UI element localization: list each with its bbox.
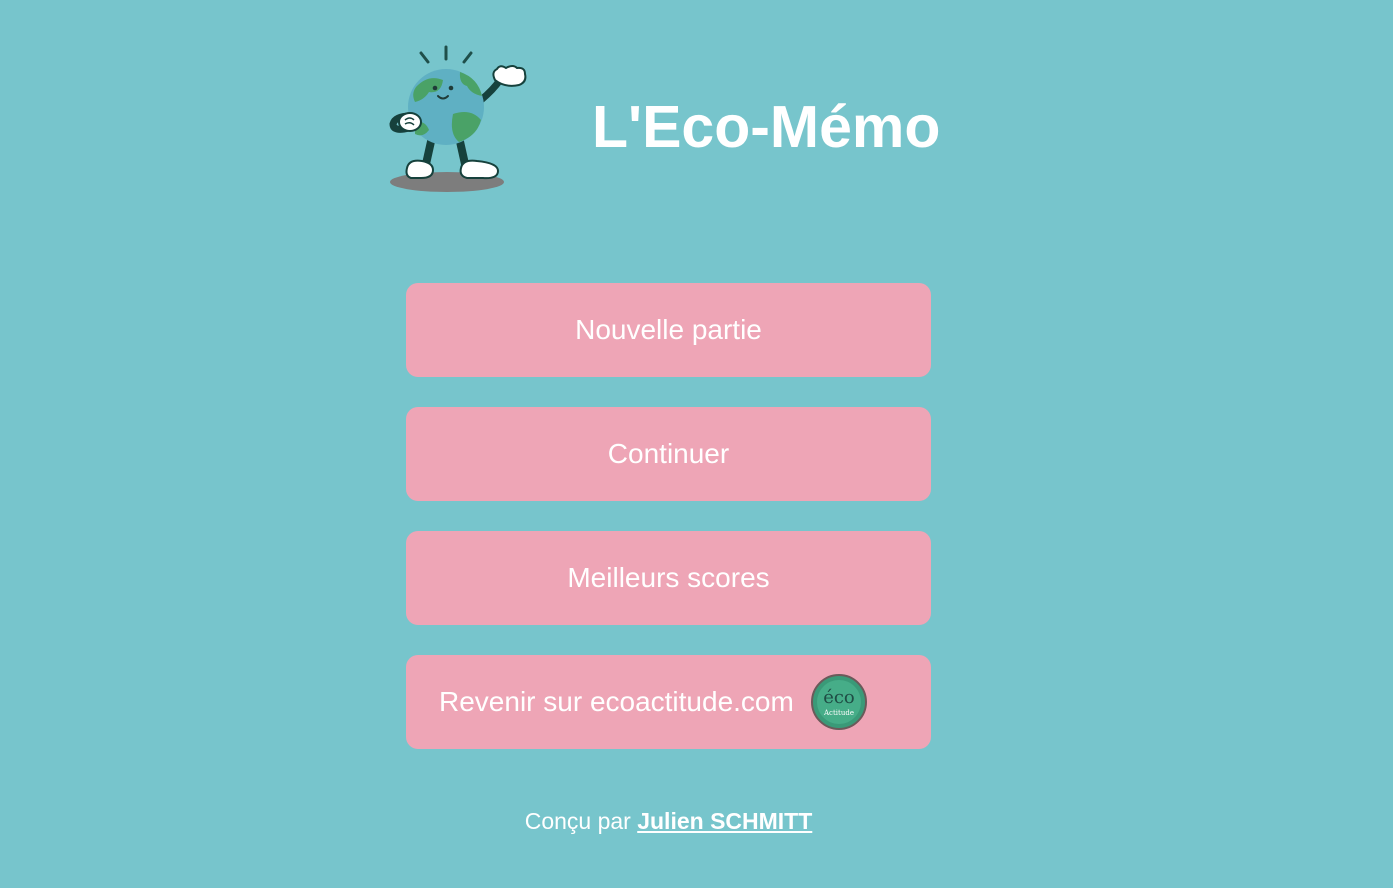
- new-game-button[interactable]: Nouvelle partie: [406, 283, 931, 377]
- svg-text:Actitude: Actitude: [823, 709, 854, 717]
- main-menu-screen: L'Eco-Mémo Nouvelle partie Continuer Mei…: [0, 0, 1393, 888]
- high-scores-button[interactable]: Meilleurs scores: [406, 531, 931, 625]
- footer-credit: Conçu par Julien SCHMITT: [0, 806, 1337, 836]
- back-to-website-button[interactable]: Revenir sur ecoactitude.com éco Actitude: [406, 655, 931, 749]
- back-to-website-label: Revenir sur ecoactitude.com: [439, 686, 794, 717]
- author-link[interactable]: Julien SCHMITT: [637, 808, 812, 834]
- footer-prefix: Conçu par: [524, 808, 631, 834]
- main-menu: Nouvelle partie Continuer Meilleurs scor…: [406, 283, 931, 779]
- continue-button[interactable]: Continuer: [406, 407, 931, 501]
- svg-text:éco: éco: [823, 687, 855, 708]
- page-title: L'Eco-Mémo: [592, 94, 941, 160]
- earth-mascot-icon: [389, 45, 527, 192]
- eco-actitude-logo-icon: éco Actitude: [810, 674, 867, 730]
